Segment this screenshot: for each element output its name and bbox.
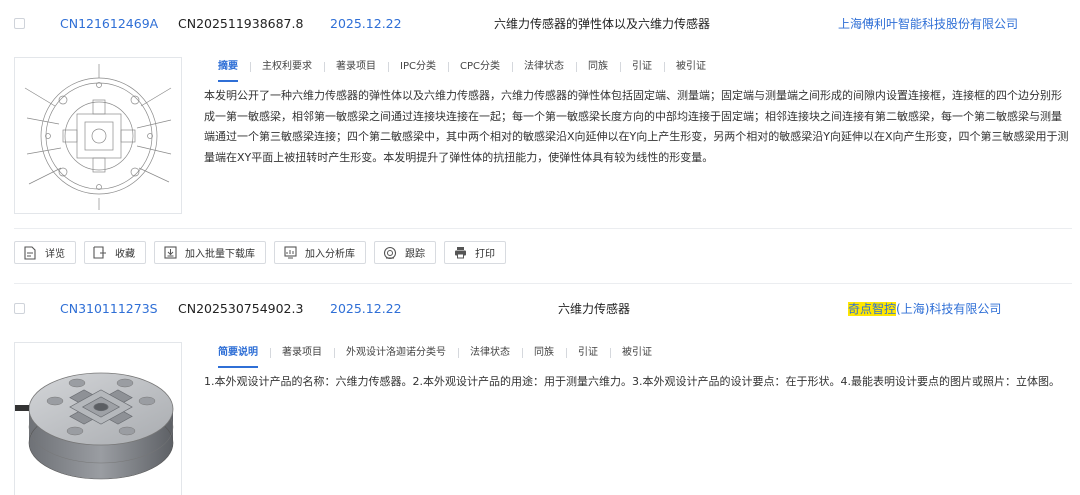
tab-legal-status[interactable]: 法律状态 bbox=[511, 56, 576, 78]
tab-cited-by[interactable]: 被引证 bbox=[663, 56, 718, 78]
result-tabs: 摘要 主权利要求 著录项目 IPC分类 CPC分类 法律状态 同族 引证 被引证 bbox=[206, 56, 718, 82]
patent-title[interactable]: 六维力传感器 bbox=[558, 300, 630, 317]
patent-drawing-thumbnail[interactable] bbox=[14, 57, 182, 214]
batch-download-button[interactable]: 加入批量下载库 bbox=[154, 241, 266, 264]
detail-button[interactable]: 详览 bbox=[14, 241, 76, 264]
tab-cpc[interactable]: CPC分类 bbox=[447, 56, 512, 78]
applicant-rest: (上海)科技有限公司 bbox=[896, 301, 1002, 316]
radar-icon bbox=[383, 246, 397, 260]
track-label: 跟踪 bbox=[405, 249, 425, 260]
batch-download-label: 加入批量下载库 bbox=[185, 249, 255, 260]
design-photo-thumbnail[interactable] bbox=[14, 342, 182, 495]
favorite-label: 收藏 bbox=[115, 249, 135, 260]
publication-date[interactable]: 2025.12.22 bbox=[330, 301, 402, 316]
applicant-link[interactable]: 奇点智控(上海)科技有限公司 bbox=[848, 300, 1001, 317]
tab-ipc[interactable]: IPC分类 bbox=[388, 56, 448, 78]
analysis-icon bbox=[283, 246, 297, 260]
publication-date[interactable]: 2025.12.22 bbox=[330, 16, 402, 31]
tab-citations[interactable]: 引证 bbox=[619, 56, 664, 78]
download-box-icon bbox=[163, 246, 177, 260]
patent-line-drawing bbox=[24, 64, 172, 210]
document-icon bbox=[23, 245, 37, 260]
tab-bibliographic[interactable]: 著录项目 bbox=[324, 56, 388, 78]
tab-family[interactable]: 同族 bbox=[575, 56, 620, 78]
printer-icon bbox=[453, 246, 467, 260]
divider bbox=[14, 283, 1072, 284]
print-label: 打印 bbox=[475, 249, 495, 260]
tab-legal-status[interactable]: 法律状态 bbox=[458, 342, 522, 364]
result-header: CN121612469A CN202511938687.8 2025.12.22… bbox=[0, 3, 1080, 43]
applicant-link[interactable]: 上海傅利叶智能科技股份有限公司 bbox=[838, 15, 1018, 32]
result-tabs: 简要说明 著录项目 外观设计洛迦诺分类号 法律状态 同族 引证 被引证 bbox=[206, 342, 664, 368]
add-analysis-button[interactable]: 加入分析库 bbox=[274, 241, 366, 264]
abstract-text: 本发明公开了一种六维力传感器的弹性体以及六维力传感器，六维力传感器的弹性体包括固… bbox=[204, 89, 1069, 164]
tab-main-claim[interactable]: 主权利要求 bbox=[250, 56, 324, 78]
favorite-button[interactable]: 收藏 bbox=[84, 241, 146, 264]
tab-brief-description[interactable]: 简要说明 bbox=[206, 342, 270, 368]
tab-citations[interactable]: 引证 bbox=[566, 342, 610, 364]
divider bbox=[14, 228, 1072, 229]
bookmark-icon bbox=[93, 246, 107, 260]
tab-bibliographic[interactable]: 著录项目 bbox=[270, 342, 334, 364]
tab-family[interactable]: 同族 bbox=[522, 342, 566, 364]
publication-number-link[interactable]: CN310111273S bbox=[60, 301, 158, 316]
tab-abstract[interactable]: 摘要 bbox=[206, 56, 250, 82]
track-button[interactable]: 跟踪 bbox=[374, 241, 436, 264]
application-number: CN202511938687.8 bbox=[178, 15, 304, 31]
application-number: CN202530754902.3 bbox=[178, 300, 304, 316]
action-toolbar: 详览 收藏 加入批量下载库 加入分析库 跟踪 打印 bbox=[14, 241, 506, 264]
tab-cited-by[interactable]: 被引证 bbox=[610, 342, 664, 364]
patent-title[interactable]: 六维力传感器的弹性体以及六维力传感器 bbox=[494, 15, 710, 32]
abstract-text: 1.本外观设计产品的名称：六维力传感器。2.本外观设计产品的用途：用于测量六维力… bbox=[204, 375, 1060, 388]
tab-locarno-class[interactable]: 外观设计洛迦诺分类号 bbox=[334, 342, 458, 364]
add-analysis-label: 加入分析库 bbox=[305, 249, 355, 260]
select-checkbox[interactable] bbox=[14, 17, 25, 29]
publication-number-link[interactable]: CN121612469A bbox=[60, 16, 158, 31]
sensor-3d-image bbox=[15, 372, 174, 480]
print-button[interactable]: 打印 bbox=[444, 241, 506, 264]
search-highlight: 奇点智控 bbox=[848, 301, 897, 316]
select-checkbox[interactable] bbox=[14, 302, 25, 314]
result-header: CN310111273S CN202530754902.3 2025.12.22… bbox=[0, 288, 1080, 328]
detail-label: 详览 bbox=[45, 249, 65, 260]
